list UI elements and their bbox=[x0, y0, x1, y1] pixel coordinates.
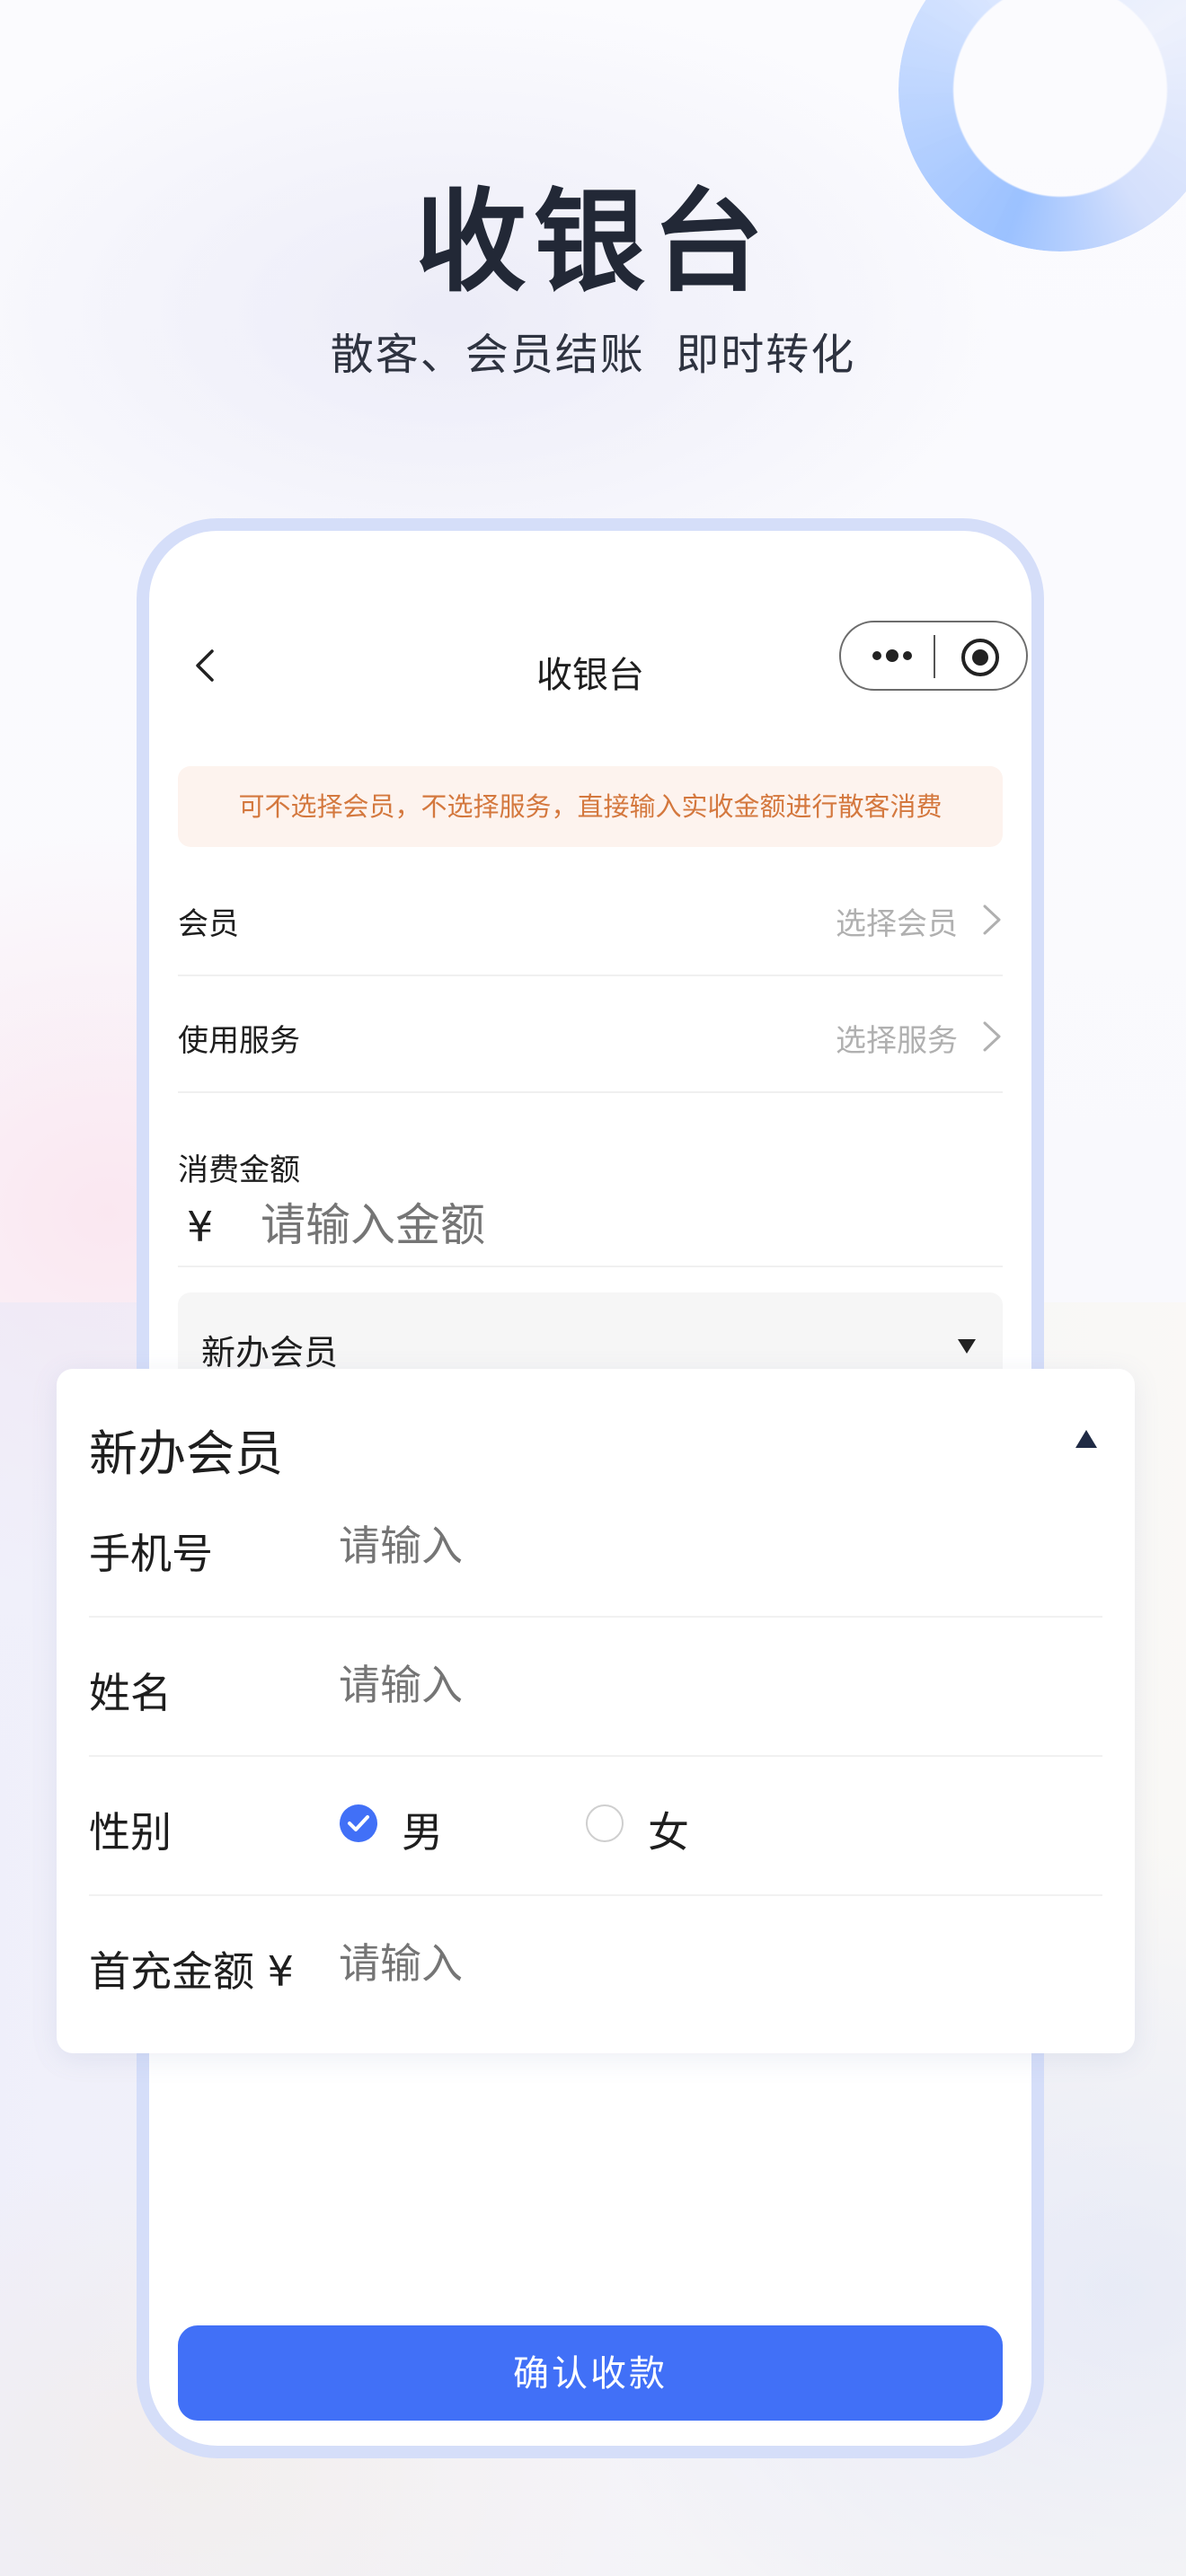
confirm-payment-button[interactable]: 确认收款 bbox=[178, 2325, 1003, 2421]
mini-program-capsule bbox=[839, 621, 1028, 691]
capsule-divider bbox=[934, 635, 935, 678]
radio-checked-icon bbox=[340, 1804, 377, 1842]
chevron-right-icon bbox=[983, 1021, 1001, 1052]
chevron-right-icon bbox=[983, 904, 1001, 935]
new-member-card: 新办会员 手机号 姓名 性别 男 女 首充金额 ¥ bbox=[57, 1369, 1135, 2053]
service-label: 使用服务 bbox=[178, 1023, 300, 1059]
name-label: 姓名 bbox=[89, 1669, 172, 1717]
amount-block: 消费金额 ¥ bbox=[178, 1113, 1003, 1267]
service-select-row[interactable]: 使用服务 选择服务 bbox=[178, 978, 1003, 1093]
member-value: 选择会员 bbox=[836, 906, 958, 942]
phone-input[interactable] bbox=[339, 1522, 968, 1570]
caret-up-icon[interactable] bbox=[1074, 1428, 1099, 1450]
amount-label: 消费金额 bbox=[178, 1152, 300, 1188]
amount-input[interactable] bbox=[261, 1199, 800, 1251]
hero-subtitle: 散客、会员结账 即时转化 bbox=[330, 330, 856, 380]
gender-female-label: 女 bbox=[648, 1808, 689, 1857]
currency-symbol: ¥ bbox=[187, 1203, 214, 1251]
gender-label: 性别 bbox=[89, 1808, 172, 1857]
name-field-row: 姓名 bbox=[89, 1618, 1102, 1757]
phone-field-row: 手机号 bbox=[89, 1478, 1102, 1618]
new-member-card-title: 新办会员 bbox=[89, 1425, 283, 1482]
service-value: 选择服务 bbox=[836, 1023, 958, 1059]
nav-bar: 收银台 bbox=[149, 621, 1031, 696]
topup-label: 首充金额 ¥ bbox=[89, 1947, 294, 1996]
radio-unchecked-icon bbox=[586, 1804, 624, 1842]
member-label: 会员 bbox=[178, 906, 239, 942]
target-icon[interactable] bbox=[960, 637, 1001, 678]
name-input[interactable] bbox=[339, 1661, 968, 1709]
more-dots-icon[interactable] bbox=[868, 640, 922, 671]
member-select-row[interactable]: 会员 选择会员 bbox=[178, 861, 1003, 976]
caret-down-icon bbox=[958, 1339, 976, 1354]
hero-title: 收银台 bbox=[414, 178, 771, 307]
gender-field-row: 性别 男 女 bbox=[89, 1757, 1102, 1896]
notice-banner: 可不选择会员，不选择服务，直接输入实收金额进行散客消费 bbox=[178, 766, 1003, 847]
topup-input[interactable] bbox=[339, 1939, 968, 1988]
topup-field-row: 首充金额 ¥ bbox=[89, 1896, 1102, 2035]
new-member-collapsed-label: 新办会员 bbox=[201, 1333, 339, 1372]
phone-label: 手机号 bbox=[89, 1530, 213, 1578]
gender-male-label: 男 bbox=[402, 1808, 443, 1857]
